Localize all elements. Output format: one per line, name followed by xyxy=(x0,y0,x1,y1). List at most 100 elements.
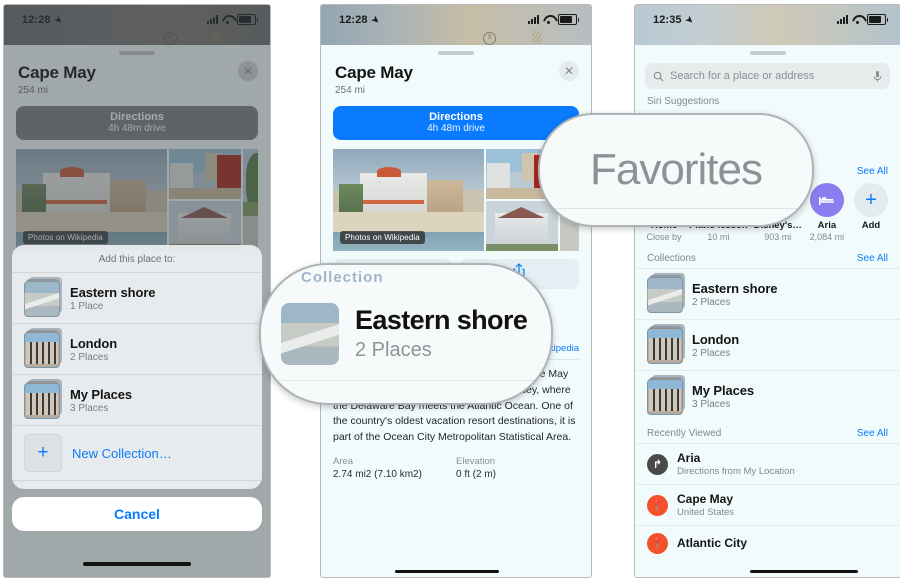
status-bar: 12:35➤ xyxy=(635,5,900,45)
list-item[interactable]: 📍 Atlantic City xyxy=(635,525,900,561)
magnifier-callout-favorites: Favorites xyxy=(538,113,814,227)
collection-name: London xyxy=(692,331,740,347)
microphone-icon[interactable] xyxy=(873,70,882,83)
directions-icon: ↱ xyxy=(647,453,668,475)
favorite-distance: 903 mi xyxy=(764,232,792,242)
collection-count: 2 Places xyxy=(692,347,731,359)
modal-footer-spacer xyxy=(12,480,262,489)
facts-table: Area 2.74 mi2 (7.10 km2) Elevation 0 ft … xyxy=(333,456,579,480)
collection-thumbnail xyxy=(24,277,62,317)
phone-panel-1: 12:28➤ 9 Cape May 254 mi ✕ Directions 4h… xyxy=(3,4,271,578)
page-title: Cape May xyxy=(335,63,413,82)
favorite-distance: Close by xyxy=(646,232,682,242)
recent-name: Atlantic City xyxy=(677,536,748,550)
place-distance: 254 mi xyxy=(335,85,366,96)
map-pin-icon: 📍 xyxy=(647,494,668,516)
collection-thumbnail xyxy=(281,303,339,365)
list-item[interactable]: Eastern shore 2 Places xyxy=(635,268,900,319)
close-icon[interactable]: ✕ xyxy=(559,61,579,81)
map-road-hint xyxy=(531,31,542,44)
collection-name: My Places xyxy=(692,382,754,398)
wifi-icon xyxy=(852,15,863,24)
callout-divider xyxy=(544,208,808,209)
photo-hotel-roof xyxy=(376,167,401,177)
section-title: Collections xyxy=(647,253,696,264)
plus-icon: + xyxy=(24,434,62,472)
collection-thumbnail xyxy=(647,375,685,415)
home-indicator[interactable] xyxy=(83,562,191,566)
collection-thumbnail xyxy=(647,273,685,313)
map-background-hint: 9 xyxy=(321,31,591,45)
magnifier-callout-eastern-shore: Collection Eastern shore 2 Places xyxy=(259,263,553,405)
fact-key: Area xyxy=(333,455,354,467)
list-item[interactable]: My Places 3 Places xyxy=(635,370,900,421)
favorite-distance: 10 mi xyxy=(707,232,730,242)
modal-title: Add this place to: xyxy=(98,254,176,265)
list-item[interactable]: 📍 Cape May United States xyxy=(635,484,900,525)
screenshot-stage: 12:28➤ 9 Cape May 254 mi ✕ Directions 4h… xyxy=(0,0,900,580)
collection-name: Eastern shore xyxy=(70,284,156,300)
callout-text: Eastern shore 2 Places xyxy=(355,305,528,362)
collection-count: 1 Place xyxy=(70,300,104,312)
callout-title: Eastern shore xyxy=(355,305,528,336)
photo-hotel xyxy=(360,173,427,217)
collection-count: 2 Places xyxy=(692,296,731,308)
see-all-link[interactable]: See All xyxy=(857,166,888,177)
collection-thumbnail xyxy=(24,379,62,419)
collection-chooser: Add this place to: Eastern shore 1 Place… xyxy=(12,245,262,489)
favorite-distance: 2,084 mi xyxy=(809,232,845,242)
section-header-recently-viewed: Recently Viewed See All xyxy=(635,421,900,443)
callout-divider xyxy=(273,380,539,381)
collection-thumbnail xyxy=(647,324,685,364)
wifi-icon xyxy=(543,15,554,24)
section-title: Siri Suggestions xyxy=(647,96,720,107)
photo-building-left xyxy=(339,183,364,215)
fact-value: 2.74 mi2 (7.10 km2) xyxy=(333,468,422,480)
collection-name: London xyxy=(70,335,118,351)
callout-title: Favorites xyxy=(590,145,763,194)
photo-main[interactable]: Photos on Wikipedia xyxy=(333,149,484,251)
bed-icon xyxy=(809,183,844,217)
photo-beach xyxy=(333,212,484,233)
cellular-signal-icon xyxy=(837,15,848,24)
see-all-link[interactable]: See All xyxy=(857,428,888,439)
list-item[interactable]: London 2 Places xyxy=(635,319,900,370)
callout-content: Eastern shore 2 Places xyxy=(261,265,551,403)
see-all-link[interactable]: See All xyxy=(857,253,888,264)
directions-eta: 4h 48m drive xyxy=(427,123,485,135)
list-item[interactable]: My Places 3 Places xyxy=(12,374,262,425)
photos-credit-badge: Photos on Wikipedia xyxy=(340,231,425,244)
search-input[interactable]: Search for a place or address xyxy=(645,63,890,89)
recent-subtitle: United States xyxy=(677,507,735,518)
recent-name: Aria xyxy=(677,451,701,465)
favorite-add-button[interactable]: + Add xyxy=(852,183,890,242)
search-icon xyxy=(653,71,664,81)
cancel-button[interactable]: Cancel xyxy=(12,497,262,531)
favorite-name: Add xyxy=(861,220,881,231)
collection-name: My Places xyxy=(70,386,132,402)
search-placeholder: Search for a place or address xyxy=(670,70,815,82)
sheet-grabber[interactable] xyxy=(749,51,786,55)
fact-value: 0 ft (2 m) xyxy=(456,468,497,480)
list-item[interactable]: Eastern shore 1 Place xyxy=(12,272,262,323)
location-arrow-icon: ➤ xyxy=(368,13,382,28)
callout-subtitle: 2 Places xyxy=(355,338,432,361)
plus-icon: + xyxy=(853,183,888,217)
new-collection-label: New Collection… xyxy=(72,445,172,461)
fact-key: Elevation xyxy=(456,455,496,467)
battery-icon xyxy=(558,14,579,25)
new-collection-button[interactable]: + New Collection… xyxy=(12,425,262,480)
directions-label: Directions xyxy=(429,110,483,123)
battery-icon xyxy=(867,14,888,25)
map-pin-icon: 📍 xyxy=(647,533,668,554)
list-item[interactable]: London 2 Places xyxy=(12,323,262,374)
status-indicators xyxy=(837,14,888,25)
section-header-collections: Collections See All xyxy=(635,246,900,268)
favorite-aria[interactable]: Aria 2,084 mi xyxy=(808,183,846,242)
status-time: 12:28➤ xyxy=(339,13,382,28)
cellular-signal-icon xyxy=(528,15,539,24)
collection-count: 2 Places xyxy=(70,351,109,363)
location-arrow-icon: ➤ xyxy=(682,13,696,28)
bed-glyph xyxy=(819,196,835,205)
list-item[interactable]: ↱ Aria Directions from My Location xyxy=(635,443,900,484)
